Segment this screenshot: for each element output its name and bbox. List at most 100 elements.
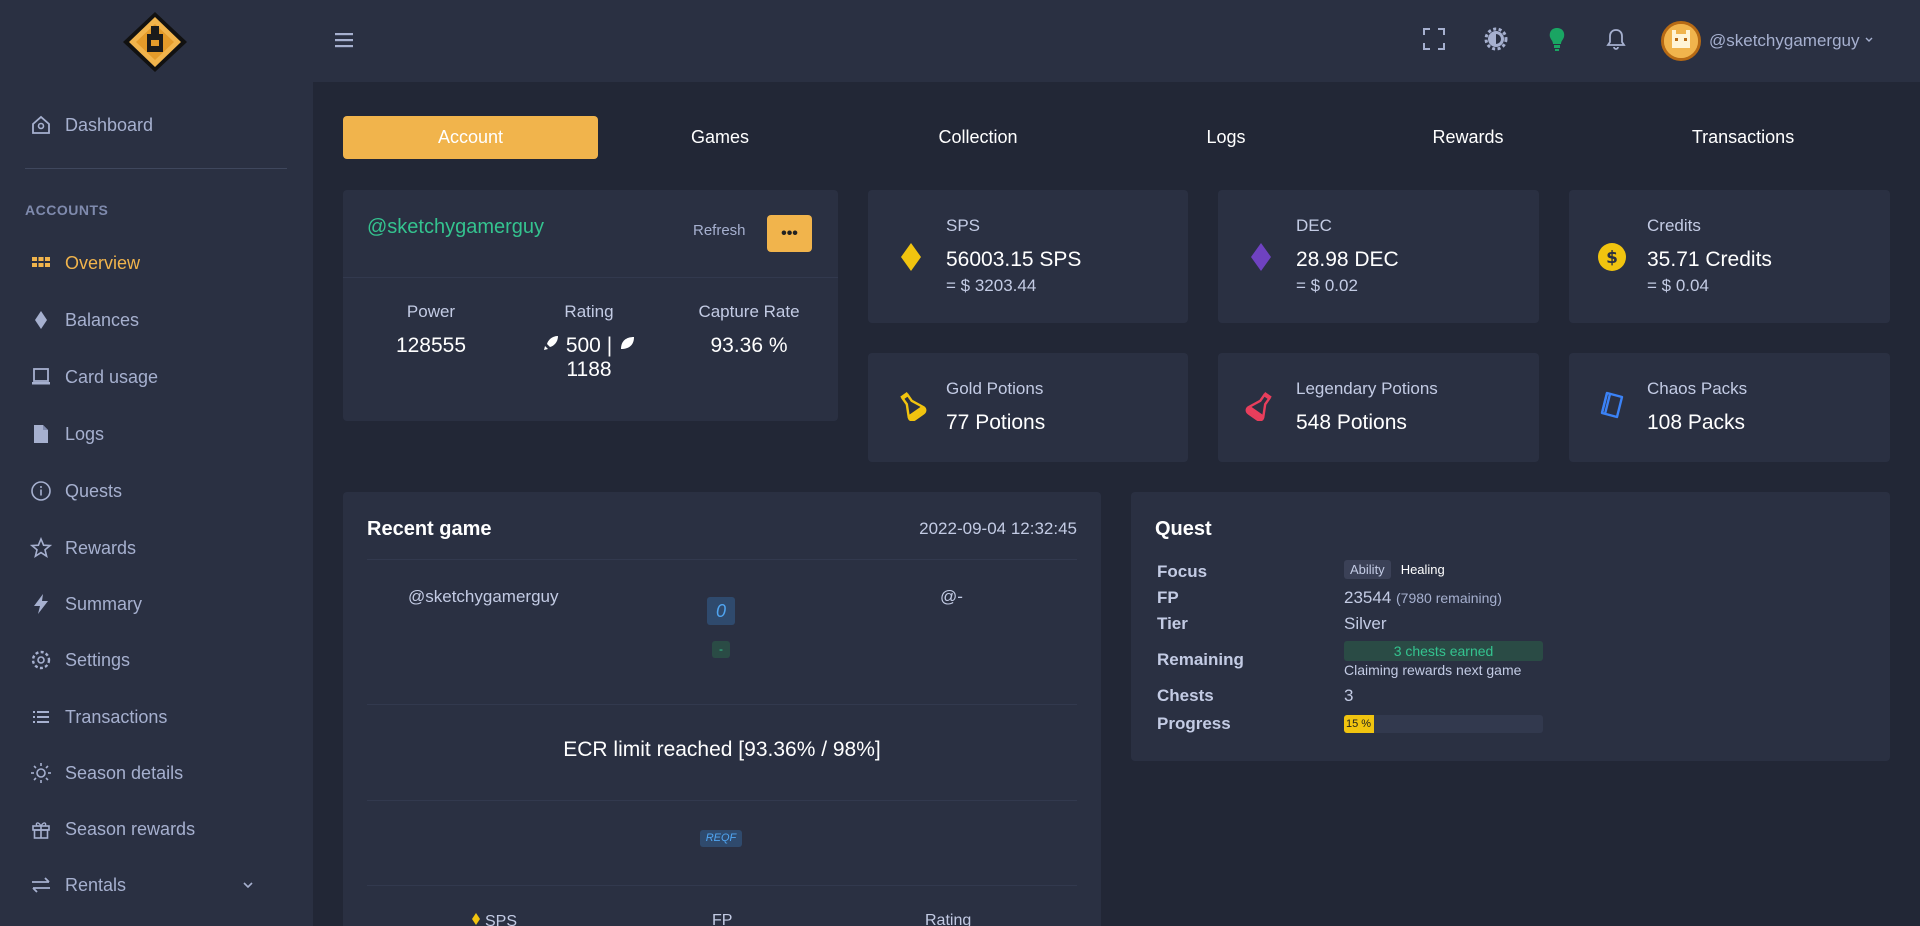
menu-icon[interactable] <box>335 28 355 52</box>
diamond-icon <box>30 309 52 331</box>
refresh-link[interactable]: Refresh <box>693 222 746 239</box>
sidebar-item-balances[interactable]: Balances <box>30 300 139 340</box>
tab-games[interactable]: Games <box>660 116 780 159</box>
sidebar-item-dashboard[interactable]: Dashboard <box>30 105 153 145</box>
sidebar-item-summary[interactable]: Summary <box>30 584 142 624</box>
legendary-potions-value: 548 Potions <box>1296 411 1407 434</box>
sidebar-item-label: Season details <box>65 762 184 783</box>
sidebar-item-rewards[interactable]: Rewards <box>30 528 136 568</box>
divider <box>367 559 1077 560</box>
progress-label: Progress <box>1157 714 1231 733</box>
credits-coin-icon: $ <box>1595 240 1629 274</box>
fp-label: FP <box>1157 588 1179 607</box>
divider <box>367 704 1077 705</box>
sidebar-item-quests[interactable]: Quests <box>30 471 122 511</box>
sidebar-item-label: Rentals <box>65 874 127 895</box>
fp-value: 23544 (7980 remaining) <box>1344 588 1502 608</box>
chaos-pack-icon <box>1595 388 1629 422</box>
sun-icon <box>30 762 52 784</box>
laptop-icon <box>30 366 52 388</box>
tab-collection[interactable]: Collection <box>918 116 1038 159</box>
star-icon <box>30 537 52 559</box>
sidebar-item-label: Dashboard <box>65 114 154 135</box>
home-icon <box>30 114 52 136</box>
sidebar-item-transactions[interactable]: Transactions <box>30 697 167 737</box>
list-icon <box>30 706 52 728</box>
recent-game-title: Recent game <box>367 518 492 540</box>
sidebar-item-season-rewards[interactable]: Season rewards <box>30 809 195 849</box>
ruleset-badge: REQF <box>700 830 742 847</box>
recent-game-card: Recent game 2022-09-04 12:32:45 @sketchy… <box>343 492 1101 926</box>
gold-potions-value: 77 Potions <box>946 411 1046 434</box>
chests-earned-badge: 3 chests earned <box>1344 641 1543 661</box>
gear-icon <box>30 649 52 671</box>
capture-rate-stat: Capture Rate 93.36 % <box>669 302 829 358</box>
user-menu[interactable]: @sketchygamerguy <box>1661 20 1874 62</box>
tier-value: Silver <box>1344 614 1387 633</box>
fullscreen-icon[interactable] <box>1419 24 1449 54</box>
file-icon <box>30 423 52 445</box>
quest-progress-bar: 15 % <box>1344 715 1543 733</box>
capture-rate-value: 93.36 % <box>710 334 788 357</box>
gold-potions-label: Gold Potions <box>946 379 1044 398</box>
chests-value: 3 <box>1344 686 1354 705</box>
rating-wild-value: 1188 <box>566 358 612 381</box>
power-value: 128555 <box>395 334 467 357</box>
divider <box>367 800 1077 801</box>
rating-label: Rating <box>564 302 614 321</box>
focus-label: Focus <box>1157 562 1208 581</box>
legendary-potions-card: Legendary Potions 548 Potions <box>1218 353 1539 462</box>
capture-rate-label: Capture Rate <box>698 302 800 321</box>
chevron-down-icon <box>242 875 254 896</box>
lightbulb-icon[interactable] <box>1542 24 1572 54</box>
gold-potion-icon <box>894 388 928 422</box>
focus-value: Ability Healing <box>1344 559 1449 579</box>
remaining-note: Claiming rewards next game <box>1344 662 1522 678</box>
sidebar-item-rentals[interactable]: Rentals <box>30 865 290 905</box>
rocket-icon <box>542 334 560 357</box>
fp-remaining: (7980 remaining) <box>1396 590 1502 606</box>
sidebar-item-label: Season rewards <box>65 818 196 839</box>
more-options-button[interactable]: ••• <box>767 215 812 252</box>
rating-stat: Rating 500 | 1188 <box>509 302 669 382</box>
sidebar-item-overview[interactable]: Overview <box>30 243 140 283</box>
power-label: Power <box>406 302 456 321</box>
legendary-potion-icon <box>1244 388 1278 422</box>
sidebar-item-card-usage[interactable]: Card usage <box>30 357 158 397</box>
dec-diamond-icon <box>1244 240 1278 274</box>
credits-label: Credits <box>1647 216 1701 235</box>
lightning-icon <box>30 593 52 615</box>
chaos-packs-label: Chaos Packs <box>1647 379 1748 398</box>
remaining-label: Remaining <box>1157 650 1244 669</box>
account-card: @sketchygamerguy Refresh ••• Power 12855… <box>343 190 838 421</box>
app-logo[interactable] <box>121 10 189 74</box>
focus-type: Healing <box>1400 562 1445 577</box>
info-circle-icon <box>30 480 52 502</box>
sps-column-label: SPS <box>485 912 518 926</box>
tab-transactions[interactable]: Transactions <box>1673 116 1813 159</box>
theme-gear-icon[interactable] <box>1481 24 1511 54</box>
sidebar: Dashboard ACCOUNTS Overview Balances Car… <box>0 0 313 926</box>
account-name: @sketchygamerguy <box>367 216 545 238</box>
sidebar-item-label: Transactions <box>65 706 168 727</box>
ecr-limit-message: ECR limit reached [93.36% / 98%] <box>563 738 881 761</box>
divider <box>343 277 838 278</box>
bell-icon[interactable] <box>1601 24 1631 54</box>
sps-usd-value: = $ 3203.44 <box>946 276 1037 295</box>
tab-account[interactable]: Account <box>343 116 598 159</box>
sidebar-item-logs[interactable]: Logs <box>30 414 104 454</box>
tab-rewards[interactable]: Rewards <box>1408 116 1528 159</box>
dec-label: DEC <box>1296 216 1332 235</box>
tab-logs[interactable]: Logs <box>1166 116 1286 159</box>
sidebar-item-label: Card usage <box>65 366 159 387</box>
player-name[interactable]: @sketchygamerguy <box>408 587 559 607</box>
sidebar-item-settings[interactable]: Settings <box>30 640 130 680</box>
tier-label: Tier <box>1157 614 1188 633</box>
sidebar-item-season-details[interactable]: Season details <box>30 753 183 793</box>
sidebar-item-label: Rewards <box>65 537 137 558</box>
sps-column-header: SPS <box>471 912 517 926</box>
dec-usd-value: = $ 0.02 <box>1296 276 1358 295</box>
username-label: @sketchygamerguy <box>1709 31 1860 50</box>
credits-balance-card: $ Credits 35.71 Credits = $ 0.04 <box>1569 190 1890 323</box>
opponent-name[interactable]: @- <box>940 587 963 607</box>
